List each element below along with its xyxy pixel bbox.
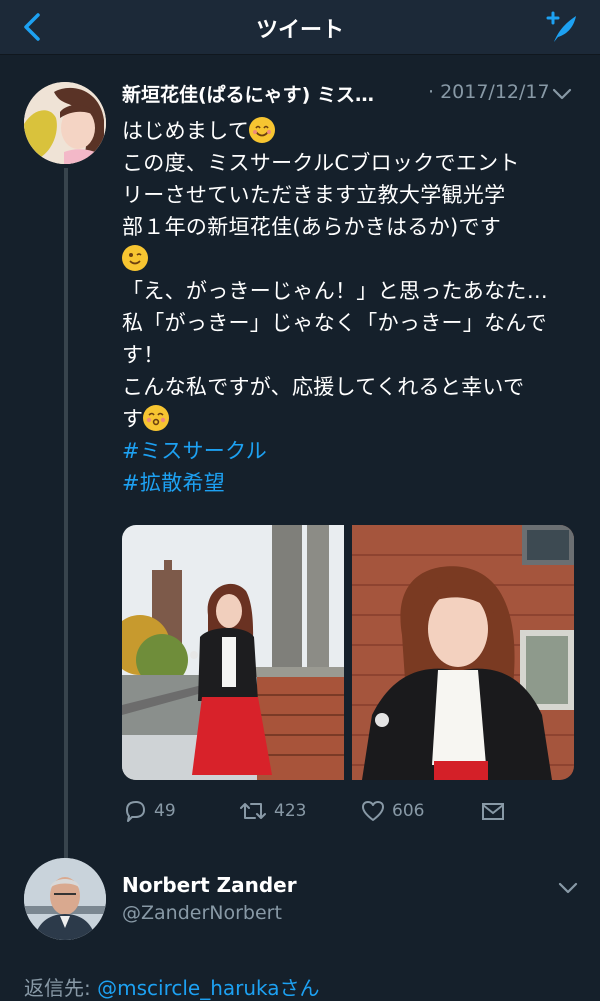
reply-user-avatar[interactable] — [24, 858, 106, 940]
author-name[interactable]: 新垣花佳(ぱるにゃす) ミス… — [122, 80, 374, 107]
photo-full-body-portrait — [122, 525, 344, 780]
tweet-actions: 49 423 606 — [122, 796, 522, 828]
share-button[interactable] — [480, 796, 506, 826]
mention-link[interactable]: @mscircle_haruka — [97, 976, 279, 1000]
tweet-line: す！ — [122, 343, 165, 367]
reply-bubble-icon — [126, 801, 145, 822]
tweet-line: はじめまして — [122, 115, 582, 147]
compose-feather-icon — [546, 11, 576, 42]
heart-icon — [362, 801, 384, 821]
tweet-options-button[interactable] — [550, 82, 574, 106]
reply-options-button[interactable] — [556, 876, 580, 900]
reply-user-name[interactable]: Norbert Zander — [122, 873, 297, 897]
reply-button[interactable]: 49 — [122, 796, 176, 826]
mention-suffix: さん — [279, 976, 320, 1000]
tweet-line: 部１年の新垣花佳(あらかきはるか)です — [122, 215, 502, 239]
compose-tweet-button[interactable] — [540, 8, 580, 48]
smiling-face-emoji-icon — [249, 117, 276, 143]
tweet-photo-grid — [122, 525, 574, 780]
author-photo — [24, 82, 106, 164]
replying-to-label: 返信先: — [24, 976, 98, 1000]
photo-close-up-portrait — [352, 525, 574, 780]
reply-count: 49 — [154, 801, 176, 821]
winking-face-emoji-icon — [122, 245, 148, 271]
tweet-line: リーさせていただきます立教大学観光学 — [122, 183, 506, 207]
kissing-face-emoji-icon — [143, 405, 170, 431]
author-avatar[interactable] — [24, 82, 106, 164]
replying-to-line: 返信先: @mscircle_harukaさん — [24, 972, 320, 1001]
envelope-icon — [482, 803, 504, 820]
tweet-line: この度、ミスサークルCブロックでエント — [122, 151, 520, 175]
navigation-bar: ツイート — [0, 0, 600, 55]
reply-user-photo — [24, 858, 106, 940]
tweet-line — [122, 243, 582, 275]
tweet-text: はじめまして この度、ミスサークルCブロックでエント リーさせていただきます立教… — [122, 115, 582, 499]
tweet-photo-2[interactable] — [352, 525, 574, 780]
reply-user-handle[interactable]: @ZanderNorbert — [122, 902, 282, 924]
thread-connector-line — [64, 168, 68, 858]
hashtag-link[interactable]: #拡散希望 — [122, 467, 582, 499]
tweet-photo-1[interactable] — [122, 525, 344, 780]
tweet-line: 「え、がっきーじゃん！」と思ったあなた… — [122, 279, 548, 303]
tweet-date: · 2017/12/17 — [428, 81, 550, 103]
page-title: ツイート — [255, 18, 344, 43]
chevron-down-icon — [558, 882, 578, 894]
hashtag-link[interactable]: #ミスサークル — [122, 435, 582, 467]
like-count: 606 — [392, 801, 425, 821]
retweet-count: 423 — [274, 801, 307, 821]
chevron-down-icon — [552, 88, 572, 100]
like-button[interactable]: 606 — [360, 796, 424, 826]
tweet-line: す — [122, 403, 582, 435]
tweet-line: 私「がっきー」じゃなく「かっきー」なんで — [122, 311, 547, 335]
retweet-button[interactable]: 423 — [238, 796, 306, 826]
tweet-header: 新垣花佳(ぱるにゃす) ミス… · 2017/12/17 — [122, 80, 582, 110]
retweet-icon — [240, 803, 266, 819]
tweet-line: こんな私ですが、応援してくれると幸いで — [122, 375, 525, 399]
